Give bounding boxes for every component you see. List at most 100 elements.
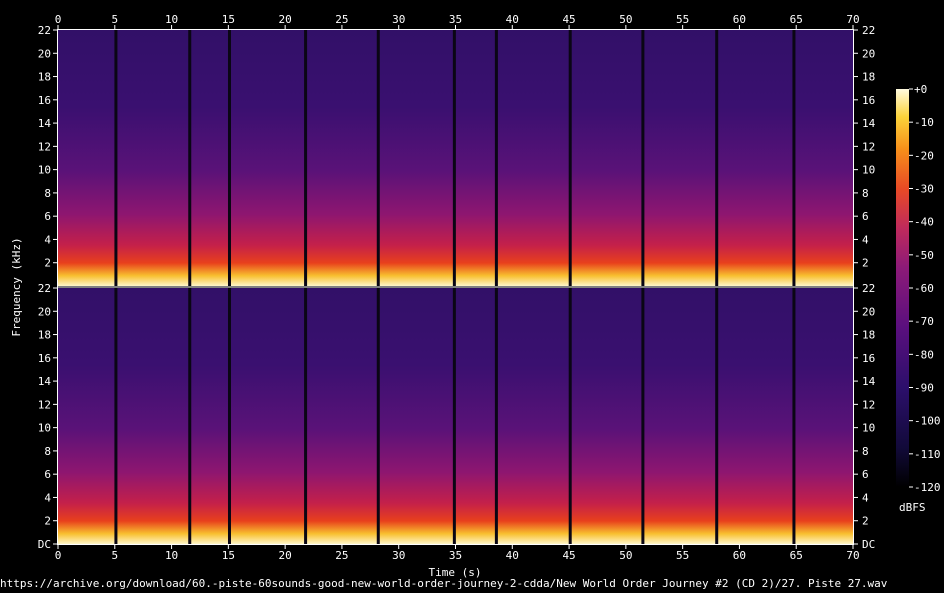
track-boundary [376, 30, 380, 286]
channel-2-panel [58, 288, 853, 544]
x-tick-label-bottom: 40 [506, 549, 519, 562]
y-tick-label-left: 18 [38, 329, 51, 342]
y-tick-label-left: 8 [44, 445, 51, 458]
x-tick-label-bottom: 50 [619, 549, 632, 562]
x-tick-label-top: 50 [619, 13, 632, 26]
x-tick-label-top: 10 [165, 13, 178, 26]
colorbar-tick-label: -10 [914, 116, 934, 129]
y-tick-label-left: 20 [38, 305, 51, 318]
y-tick-label-right: 14 [862, 375, 876, 388]
y-tick-label-left: 22 [38, 24, 51, 37]
x-tick-label-bottom: 35 [449, 549, 462, 562]
colorbar-tick-label: -80 [914, 348, 934, 361]
x-tick-label-bottom: 60 [733, 549, 746, 562]
x-axis-bottom: 0 5 10 15 20 25 30 35 40 45 50 55 60 65 70 [55, 545, 860, 562]
y-tick-label-right: 12 [862, 140, 875, 153]
colorbar-tick-label: -30 [914, 183, 934, 196]
track-boundary [114, 288, 118, 544]
y-tick-label-right: DC [862, 538, 875, 551]
colorbar: +0 -10 -20 -30 -40 -50 -60 -70 -80 -90 -100 -110 -12… [896, 83, 941, 514]
x-tick-label-bottom: 70 [846, 549, 859, 562]
x-tick-label-top: 25 [335, 13, 348, 26]
y-tick-label-right: 20 [862, 305, 875, 318]
colorbar-label: dBFS [899, 501, 926, 514]
y-tick-label-right: 22 [862, 24, 875, 37]
y-tick-label-left: 16 [38, 94, 51, 107]
track-boundary [568, 288, 572, 544]
x-tick-label-top: 35 [449, 13, 462, 26]
colorbar-tick-label: -40 [914, 216, 934, 229]
channel-1-panel [58, 30, 853, 286]
track-boundary [452, 30, 456, 286]
y-tick-label-left: 2 [44, 257, 51, 270]
y-tick-label-left: 4 [44, 233, 51, 246]
y-tick-label-right: 4 [862, 233, 869, 246]
colorbar-tick-label: +0 [914, 83, 927, 96]
track-boundary [304, 288, 308, 544]
x-tick-label-bottom: 0 [55, 549, 62, 562]
x-tick-label-top: 20 [279, 13, 292, 26]
y-axis-left: 2 4 6 8 10 12 14 16 18 20 22 DC 2 4 6 8 10 12 14 16 18 20 22 [38, 24, 57, 551]
track-boundary [304, 30, 308, 286]
track-boundary [792, 30, 796, 286]
y-tick-label-right: 16 [862, 94, 875, 107]
y-tick-label-right: 8 [862, 445, 869, 458]
y-tick-label-left: 10 [38, 422, 51, 435]
colorbar-tick-label: -50 [914, 249, 934, 262]
x-tick-label-top: 65 [790, 13, 803, 26]
x-tick-label-bottom: 55 [676, 549, 689, 562]
track-boundary [715, 30, 719, 286]
x-tick-label-bottom: 20 [279, 549, 292, 562]
y-tick-label-left: DC [38, 538, 51, 551]
y-tick-label-left: 12 [38, 398, 51, 411]
spectrogram-figure: 0 5 10 15 20 25 30 35 40 45 50 55 60 65 70 0 5 10 15 20 25 3… [10, 13, 941, 579]
track-boundary [641, 288, 645, 544]
colorbar-tick-label: -120 [914, 481, 941, 494]
y-tick-label-right: 16 [862, 352, 875, 365]
track-boundary [715, 288, 719, 544]
source-path: https://archive.org/download/60.-piste-6… [0, 577, 888, 590]
colorbar-tick-label: -20 [914, 149, 934, 162]
y-tick-label-right: 14 [862, 117, 876, 130]
x-tick-label-top: 15 [222, 13, 235, 26]
x-tick-label-top: 45 [562, 13, 575, 26]
y-tick-label-right: 10 [862, 164, 875, 177]
x-tick-label-top: 0 [55, 13, 62, 26]
colorbar-gradient [896, 89, 909, 487]
track-boundary [188, 288, 192, 544]
x-tick-label-bottom: 45 [562, 549, 575, 562]
colorbar-tick-label: -90 [914, 382, 934, 395]
y-tick-label-right: 12 [862, 398, 875, 411]
y-tick-label-right: 2 [862, 257, 869, 270]
y-tick-label-left: 6 [44, 210, 51, 223]
x-tick-label-bottom: 5 [111, 549, 118, 562]
x-tick-label-top: 70 [846, 13, 859, 26]
y-tick-label-right: 22 [862, 282, 875, 295]
y-tick-label-right: 18 [862, 71, 875, 84]
colorbar-tick-label: -110 [914, 448, 941, 461]
y-axis-right: 2 4 6 8 10 12 14 16 18 20 22 DC 2 4 6 8 10 12 14 16 18 20 22 [854, 24, 876, 551]
y-tick-label-right: 2 [862, 515, 869, 528]
y-tick-label-right: 10 [862, 422, 875, 435]
colorbar-tick-label: -70 [914, 315, 934, 328]
y-tick-label-right: 8 [862, 187, 869, 200]
y-tick-label-left: 10 [38, 164, 51, 177]
y-tick-label-right: 4 [862, 491, 869, 504]
track-boundary [452, 288, 456, 544]
y-tick-label-left: 6 [44, 468, 51, 481]
x-tick-label-bottom: 15 [222, 549, 235, 562]
y-tick-label-right: 20 [862, 47, 875, 60]
y-tick-label-left: 2 [44, 515, 51, 528]
y-tick-label-left: 16 [38, 352, 51, 365]
y-tick-label-left: 14 [38, 117, 52, 130]
track-boundary [641, 30, 645, 286]
x-tick-label-top: 30 [392, 13, 405, 26]
y-tick-label-left: 20 [38, 47, 51, 60]
x-axis-top: 0 5 10 15 20 25 30 35 40 45 50 55 60 65 70 [55, 13, 860, 29]
y-tick-label-left: 8 [44, 187, 51, 200]
y-tick-label-left: 12 [38, 140, 51, 153]
x-tick-label-bottom: 25 [335, 549, 348, 562]
track-boundary [792, 288, 796, 544]
track-boundary [494, 288, 498, 544]
y-tick-label-left: 14 [38, 375, 52, 388]
